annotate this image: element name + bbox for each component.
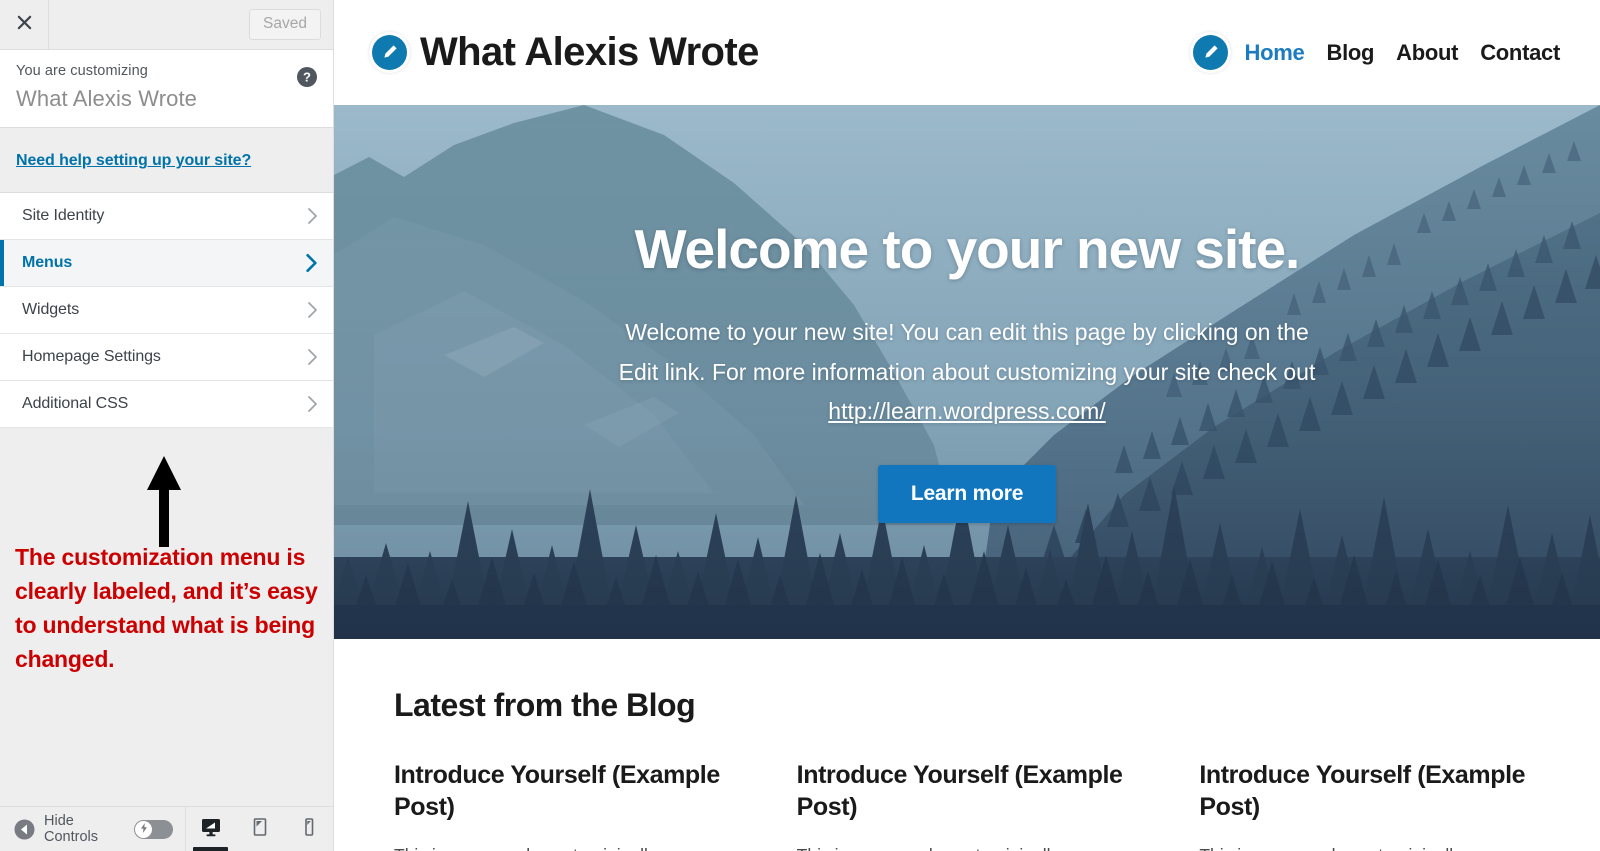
hero-description-text: Welcome to your new site! You can edit t…	[618, 319, 1316, 385]
preview-link-toggle[interactable]	[134, 819, 173, 839]
post-excerpt: This is an example post, originally publ…	[797, 842, 1138, 851]
site-header: What Alexis Wrote Home Blog About Contac…	[334, 0, 1600, 105]
post-excerpt: This is an example post, originally publ…	[394, 842, 735, 851]
nav-list: Home Blog About Contact	[1245, 40, 1561, 66]
customizer-sidebar: Saved You are customizing What Alexis Wr…	[0, 0, 334, 851]
sidebar-item-label: Widgets	[22, 301, 80, 319]
nav-item-about[interactable]: About	[1396, 40, 1458, 66]
toggle-knob	[135, 820, 152, 838]
hero-section: Welcome to your new site. Welcome to you…	[334, 105, 1600, 639]
nav-item-blog[interactable]: Blog	[1326, 40, 1374, 66]
question-mark-icon: ?	[296, 66, 318, 88]
annotation-text: The customization menu is clearly labele…	[15, 544, 318, 672]
customizer-screen: Saved You are customizing What Alexis Wr…	[0, 0, 1600, 851]
customizer-topbar: Saved	[0, 0, 333, 50]
customizer-sections-list: Site Identity Menus Widgets Homepage Set…	[0, 193, 333, 429]
pencil-edit-icon[interactable]	[372, 35, 407, 70]
customizing-label: You are customizing	[16, 63, 148, 79]
post-excerpt: This is an example post, originally publ…	[1199, 842, 1540, 851]
chevron-right-icon	[306, 300, 319, 320]
collapse-left-icon	[14, 819, 35, 840]
hide-controls-label: Hide Controls	[44, 813, 98, 845]
device-tablet-button[interactable]	[235, 807, 284, 851]
svg-text:?: ?	[303, 70, 311, 85]
customizing-site-name: What Alexis Wrote	[16, 85, 198, 111]
nav-item-home[interactable]: Home	[1245, 40, 1305, 66]
mobile-icon	[298, 816, 320, 843]
chevron-right-icon	[306, 394, 319, 414]
chevron-right-icon	[304, 252, 319, 274]
chevron-right-icon	[306, 206, 319, 226]
customizer-title-block: You are customizing What Alexis Wrote ?	[0, 50, 333, 129]
close-customizer-button[interactable]	[0, 0, 49, 49]
site-preview: What Alexis Wrote Home Blog About Contac…	[334, 0, 1600, 851]
hero-content: Welcome to your new site. Welcome to you…	[334, 105, 1600, 639]
post-title[interactable]: Introduce Yourself (Example Post)	[1199, 760, 1540, 823]
device-preview-group	[186, 807, 333, 851]
nav-item-contact[interactable]: Contact	[1480, 40, 1560, 66]
post-title[interactable]: Introduce Yourself (Example Post)	[797, 760, 1138, 823]
blog-post-card[interactable]: Introduce Yourself (Example Post) This i…	[1199, 760, 1540, 851]
help-link-area: Need help setting up your site?	[0, 128, 333, 194]
hero-description: Welcome to your new site! You can edit t…	[617, 313, 1317, 432]
sidebar-item-homepage-settings[interactable]: Homepage Settings	[0, 334, 333, 382]
save-button[interactable]: Saved	[249, 8, 321, 41]
annotation-area: The customization menu is clearly labele…	[0, 428, 333, 806]
post-title[interactable]: Introduce Yourself (Example Post)	[394, 760, 735, 823]
learn-more-button[interactable]: Learn more	[877, 464, 1057, 523]
blog-post-card[interactable]: Introduce Yourself (Example Post) This i…	[394, 760, 735, 851]
site-branding: What Alexis Wrote	[372, 30, 759, 75]
blog-section: Latest from the Blog Introduce Yourself …	[334, 639, 1600, 851]
sidebar-item-menus[interactable]: Menus	[0, 240, 333, 288]
site-title: What Alexis Wrote	[420, 30, 759, 74]
sidebar-item-additional-css[interactable]: Additional CSS	[0, 381, 333, 429]
sidebar-item-label: Homepage Settings	[22, 348, 161, 366]
desktop-icon	[200, 816, 222, 843]
hide-controls-button[interactable]: Hide Controls	[0, 807, 186, 851]
sidebar-item-label: Menus	[22, 254, 73, 272]
sidebar-item-widgets[interactable]: Widgets	[0, 287, 333, 335]
customizer-bottom-bar: Hide Controls	[0, 806, 333, 851]
blog-post-card[interactable]: Introduce Yourself (Example Post) This i…	[797, 760, 1138, 851]
sidebar-item-site-identity[interactable]: Site Identity	[0, 193, 333, 241]
sidebar-item-label: Additional CSS	[22, 395, 129, 413]
hero-learn-link[interactable]: http://learn.wordpress.com/	[828, 398, 1105, 424]
help-button[interactable]: ?	[296, 66, 318, 88]
pencil-edit-icon[interactable]	[1192, 35, 1228, 70]
blog-post-grid: Introduce Yourself (Example Post) This i…	[394, 760, 1540, 851]
site-navigation: Home Blog About Contact	[1192, 35, 1561, 70]
chevron-right-icon	[306, 347, 319, 367]
device-desktop-button[interactable]	[186, 807, 235, 851]
close-icon	[17, 15, 32, 35]
tablet-icon	[249, 816, 271, 843]
device-mobile-button[interactable]	[284, 807, 333, 851]
need-help-link[interactable]: Need help setting up your site?	[16, 152, 251, 169]
blog-section-heading: Latest from the Blog	[394, 687, 696, 723]
lightning-bolt-icon	[140, 820, 148, 838]
up-arrow-icon	[142, 454, 186, 549]
sidebar-item-label: Site Identity	[22, 207, 105, 225]
hero-title: Welcome to your new site.	[634, 218, 1301, 280]
